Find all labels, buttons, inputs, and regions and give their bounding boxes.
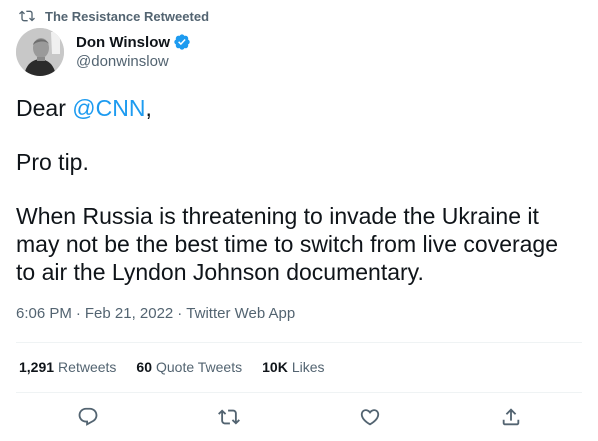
greeting-prefix: Dear [16,95,73,121]
tweet-actions [0,400,598,434]
meta-separator-2: · [177,305,183,322]
retweets-label: Retweets [58,359,117,375]
author-name-row[interactable]: Don Winslow [76,32,191,52]
like-icon [359,406,381,428]
tweet-paragraph-3: When Russia is threatening to invade the… [16,203,559,285]
retweets-stat[interactable]: 1,291 Retweets [19,359,116,375]
divider [16,342,582,343]
tweet-meta: 6:06 PM · Feb 21, 2022 · Twitter Web App [16,305,295,322]
tweet-time[interactable]: 6:06 PM [16,305,72,322]
meta-separator-1: · [75,305,81,322]
retweets-count: 1,291 [19,359,55,375]
likes-stat[interactable]: 10K Likes [262,359,324,375]
retweet-icon [218,406,240,428]
retweet-button[interactable] [218,406,240,428]
tweet-line-greeting: Dear @CNN, [16,94,576,122]
quote-tweets-label: Quote Tweets [155,359,243,375]
greeting-suffix: , [145,95,152,121]
author-name[interactable]: Don Winslow [76,34,170,51]
reply-icon [77,406,99,428]
reply-button[interactable] [77,406,99,428]
author-block[interactable]: Don Winslow @donwinslow [76,32,191,70]
quote-tweets-stat[interactable]: 60 Quote Tweets [136,359,242,375]
author-handle[interactable]: @donwinslow [76,53,191,70]
quote-tweets-count: 60 [136,359,152,375]
retweet-banner-text[interactable]: The Resistance Retweeted [45,9,209,24]
retweet-icon [19,8,35,24]
tweet-source[interactable]: Twitter Web App [186,305,295,322]
mention-link[interactable]: @CNN [72,95,145,121]
retweet-banner[interactable]: The Resistance Retweeted [19,8,209,24]
tweet-date[interactable]: Feb 21, 2022 [85,305,173,322]
divider [16,392,582,393]
tweet-paragraph-2: Pro tip. [16,149,89,175]
avatar[interactable] [16,28,64,76]
share-icon [500,406,522,428]
share-button[interactable] [500,406,522,428]
verified-badge-icon [173,33,191,51]
likes-label: Likes [291,359,325,375]
likes-count: 10K [262,359,288,375]
tweet-stats: 1,291 Retweets 60 Quote Tweets 10K Likes [19,359,345,375]
like-button[interactable] [359,406,381,428]
tweet-text: Dear @CNN, Pro tip. When Russia is threa… [16,94,576,286]
